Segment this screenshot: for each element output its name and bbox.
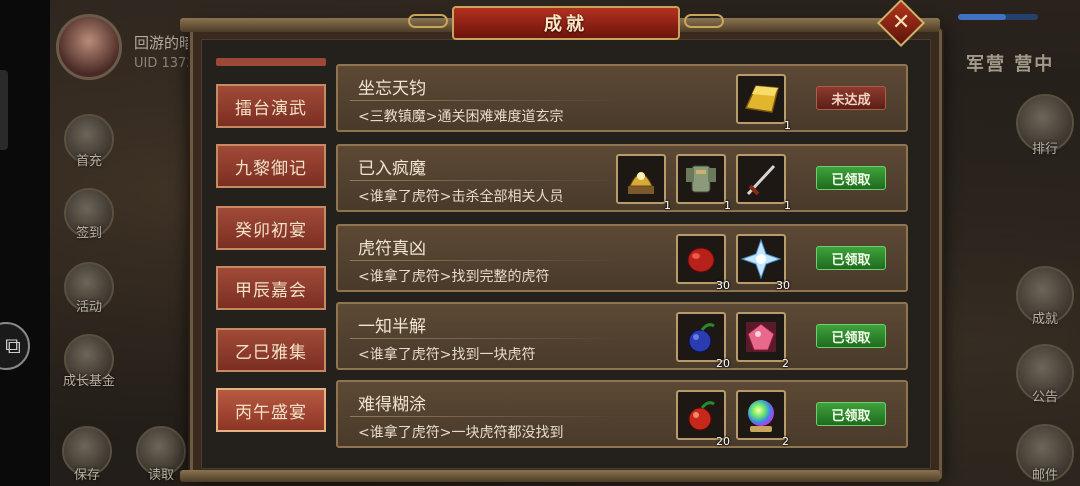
tab-bingwu-shengyan[interactable]: 丙午盛宴 (216, 388, 326, 432)
side-label: 活动 (75, 300, 102, 315)
scan-icon: ⧉ (5, 333, 21, 359)
achievement-desc: <谁拿了虎符>一块虎符都没找到 (358, 425, 564, 441)
achievement-name: 难得糊涂 (358, 395, 426, 415)
side-label: 邮件 (1031, 468, 1058, 483)
progress-bar (958, 14, 1038, 20)
achievement-row: 坐忘天钧 <三教镇魔>通关困难难度道玄宗 1 未达成 (336, 64, 908, 132)
reward-qty: 20 (716, 435, 730, 448)
side-label: 首充 (75, 154, 102, 169)
divider (350, 416, 620, 417)
tab-guimao-chuyan[interactable]: 癸卯初宴 (216, 206, 326, 250)
divider (350, 338, 620, 339)
reward-qty: 2 (782, 435, 789, 448)
side-label: 签到 (75, 226, 102, 241)
reward-qty: 1 (784, 119, 791, 132)
status-badge-claimed: 已领取 (816, 402, 886, 426)
reward-qty: 1 (784, 199, 791, 212)
achievement-desc: <谁拿了虎符>找到完整的虎符 (358, 269, 550, 285)
status-badge-claimed: 已领取 (816, 166, 886, 190)
pink-gem-icon[interactable] (736, 312, 786, 362)
reward-qty: 1 (724, 199, 731, 212)
golden-helmet-icon[interactable] (616, 154, 666, 204)
tab-yisi-yaji[interactable]: 乙巳雅集 (216, 328, 326, 372)
tab-jiuli-yuji[interactable]: 九黎御记 (216, 144, 326, 188)
divider (350, 260, 620, 261)
divider (350, 180, 620, 181)
player-uid: UID 1372 (134, 56, 195, 71)
achievement-name: 一知半解 (358, 317, 426, 337)
reward-qty: 30 (716, 279, 730, 292)
progress-fill (958, 14, 1006, 20)
rainbow-orb-icon[interactable] (736, 390, 786, 440)
close-icon: ✕ (891, 10, 911, 35)
location-title: 军营 营中 (966, 54, 1055, 75)
title-ornament-left (408, 14, 448, 28)
side-label: 排行 (1031, 142, 1058, 157)
dialog-title: 成就 (452, 6, 680, 40)
dagger-icon[interactable] (736, 154, 786, 204)
armor-icon[interactable] (676, 154, 726, 204)
side-label: 成长基金 (62, 374, 115, 389)
achievement-name: 已入疯魔 (358, 159, 426, 179)
tab-leitai-yanwu[interactable]: 擂台演武 (216, 84, 326, 128)
side-label: 公告 (1031, 390, 1058, 405)
title-ornament-right (684, 14, 724, 28)
achievement-row: 已入疯魔 <谁拿了虎符>击杀全部相关人员 1 1 1 已领取 (336, 144, 908, 212)
tab-jiachen-jiahui[interactable]: 甲辰嘉会 (216, 266, 326, 310)
edge-handle[interactable] (0, 70, 8, 150)
divider (350, 100, 620, 101)
side-label: 保存 (73, 468, 100, 483)
achievement-row: 一知半解 <谁拿了虎符>找到一块虎符 20 2 已领取 (336, 302, 908, 370)
player-name: 回游的暗 (134, 34, 195, 52)
status-badge-claimed: 已领取 (816, 246, 886, 270)
reward-qty: 1 (664, 199, 671, 212)
achievement-name: 虎符真凶 (358, 239, 426, 259)
status-badge-unreached: 未达成 (816, 86, 886, 110)
reward-qty: 20 (716, 357, 730, 370)
status-badge-claimed: 已领取 (816, 324, 886, 348)
achievement-name: 坐忘天钧 (358, 79, 426, 99)
reward-qty: 2 (782, 357, 789, 370)
gold-bar-icon[interactable] (736, 74, 786, 124)
dialog-footer-band (180, 470, 940, 482)
side-label: 成就 (1031, 312, 1058, 327)
achievement-row: 虎符真凶 <谁拿了虎符>找到完整的虎符 30 30 已领取 (336, 224, 908, 292)
achievement-desc: <谁拿了虎符>找到一块虎符 (358, 347, 536, 363)
achievement-desc: <三教镇魔>通关困难难度道玄宗 (358, 109, 564, 125)
reward-qty: 30 (776, 279, 790, 292)
avatar[interactable] (56, 14, 122, 80)
achievement-row: 难得糊涂 <谁拿了虎符>一块虎符都没找到 20 2 已领取 (336, 380, 908, 448)
achievement-desc: <谁拿了虎符>击杀全部相关人员 (358, 189, 564, 205)
tab-scroll-stub (216, 58, 326, 66)
